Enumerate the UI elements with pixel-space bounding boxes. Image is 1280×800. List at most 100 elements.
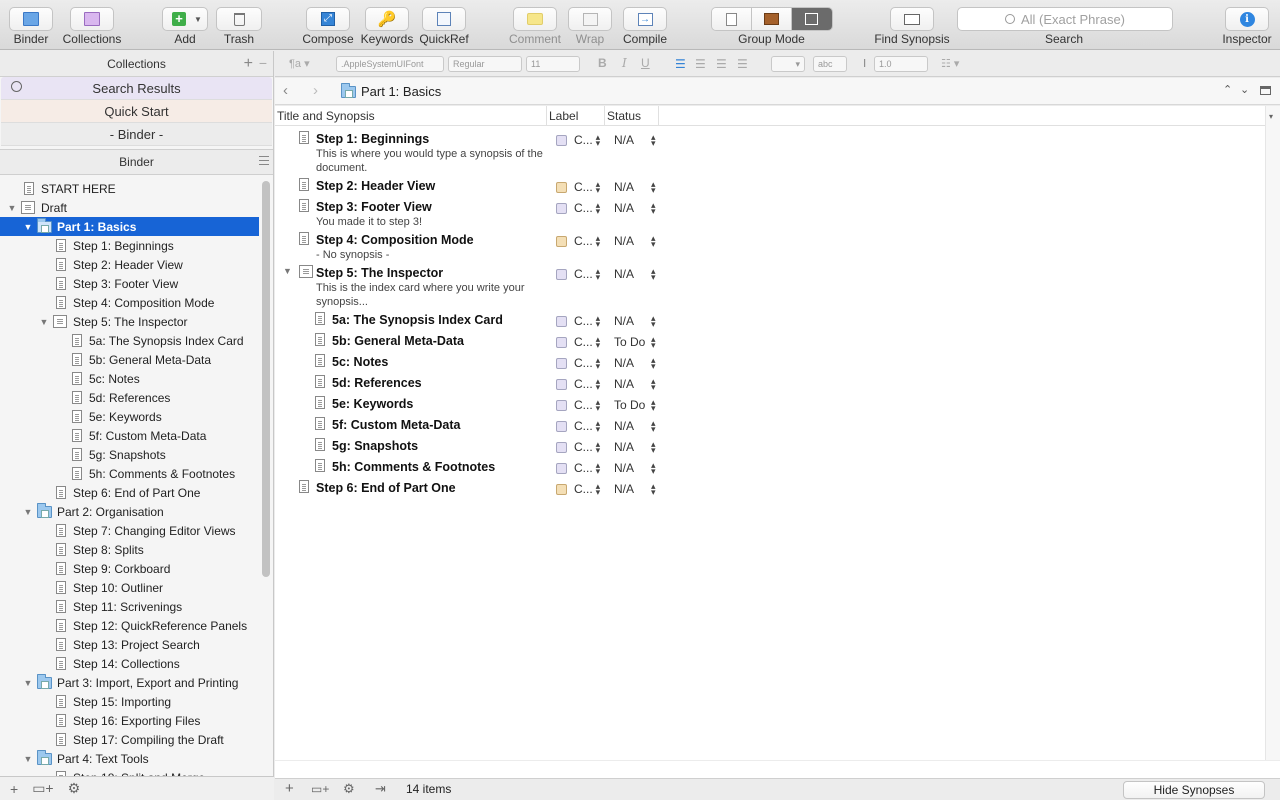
remove-collection-icon[interactable]: − xyxy=(259,55,267,71)
search-field[interactable]: All (Exact Phrase) xyxy=(957,7,1173,31)
row-title[interactable]: 5b: General Meta-Data xyxy=(332,334,464,348)
outliner-row[interactable]: Step 4: Composition Mode - No synopsis - C… xyxy=(275,231,1265,261)
compose-toolbar-item[interactable]: ⤢ Compose xyxy=(302,0,354,50)
status-select[interactable]: To Do ▴ ▾ xyxy=(614,335,656,350)
find-synopsis-toolbar-item[interactable]: Find Synopsis xyxy=(874,0,950,50)
trash-button[interactable] xyxy=(216,7,262,31)
sidebar-item-part-4[interactable]: ▼ Part 4: Text Tools xyxy=(0,749,259,768)
sidebar-item[interactable]: Step 7: Changing Editor Views xyxy=(0,521,259,540)
outliner-row[interactable]: 5c: Notes C... ▴ ▾ N/A ▴ ▾ xyxy=(275,353,1265,373)
row-title[interactable]: Step 2: Header View xyxy=(316,179,435,193)
row-title[interactable]: Step 5: The Inspector xyxy=(316,266,443,280)
text-color-select[interactable]: ▾ xyxy=(771,56,805,72)
label-select[interactable]: C... ▴ ▾ xyxy=(556,482,600,497)
label-select[interactable]: C... ▴ ▾ xyxy=(556,419,600,434)
outliner-row[interactable]: ▼ Step 5: The Inspector This is the index … xyxy=(275,264,1265,308)
column-header-label[interactable]: Label xyxy=(547,106,605,126)
sidebar-item[interactable]: Step 9: Corkboard xyxy=(0,559,259,578)
outliner-mode-button[interactable] xyxy=(791,8,832,30)
label-select[interactable]: C... ▴ ▾ xyxy=(556,267,600,282)
collection-quick-start[interactable]: Quick Start xyxy=(1,100,272,123)
row-title[interactable]: Step 1: Beginnings xyxy=(316,132,429,146)
binder-button[interactable] xyxy=(9,7,53,31)
comment-toolbar-item[interactable]: Comment xyxy=(508,0,562,50)
row-title[interactable]: 5e: Keywords xyxy=(332,397,413,411)
sidebar-item[interactable]: Step 15: Importing xyxy=(0,692,259,711)
split-view-icon[interactable] xyxy=(1260,86,1271,95)
sidebar-item[interactable]: 5g: Snapshots xyxy=(0,445,259,464)
label-select[interactable]: C... ▴ ▾ xyxy=(556,335,600,350)
binder-toolbar-item[interactable]: Binder xyxy=(6,0,56,50)
outliner-row[interactable]: Step 6: End of Part One C... ▴ ▾ N/A ▴ ▾ xyxy=(275,479,1265,499)
sidebar-item[interactable]: Step 10: Outliner xyxy=(0,578,259,597)
row-synopsis[interactable]: You made it to step 3! xyxy=(316,215,546,229)
collections-toolbar-item[interactable]: Collections xyxy=(61,0,123,50)
label-select[interactable]: C... ▴ ▾ xyxy=(556,314,600,329)
inspector-toolbar-item[interactable]: i Inspector xyxy=(1220,0,1274,50)
group-mode-toolbar-item[interactable]: Group Mode xyxy=(710,0,833,50)
sidebar-item[interactable]: 5a: The Synopsis Index Card xyxy=(0,331,259,350)
back-arrow-icon[interactable]: ‹ xyxy=(283,82,288,99)
outliner-row[interactable]: 5b: General Meta-Data C... ▴ ▾ To Do ▴ ▾ xyxy=(275,332,1265,352)
row-title[interactable]: 5a: The Synopsis Index Card xyxy=(332,313,503,327)
italic-button[interactable]: I xyxy=(622,56,627,70)
sidebar-item[interactable]: 5h: Comments & Footnotes xyxy=(0,464,259,483)
sidebar-item[interactable]: Step 17: Compiling the Draft xyxy=(0,730,259,749)
sidebar-item-part-3[interactable]: ▼ Part 3: Import, Export and Printing xyxy=(0,673,259,692)
wrap-button[interactable] xyxy=(568,7,612,31)
sidebar-item[interactable]: Step 11: Scrivenings xyxy=(0,597,259,616)
disclosure-triangle-icon[interactable]: ▼ xyxy=(23,222,33,232)
highlight-select[interactable]: abc xyxy=(813,56,847,72)
sidebar-item[interactable]: 5c: Notes xyxy=(0,369,259,388)
sidebar-item-start-here[interactable]: START HERE xyxy=(0,179,259,198)
bold-button[interactable]: B xyxy=(598,56,607,70)
sidebar-item[interactable]: 5d: References xyxy=(0,388,259,407)
add-icon[interactable]: + xyxy=(285,780,294,797)
outliner-row[interactable]: 5h: Comments & Footnotes C... ▴ ▾ N/A ▴ ▾ xyxy=(275,458,1265,478)
quickref-toolbar-item[interactable]: QuickRef xyxy=(419,0,469,50)
sidebar-item[interactable]: 5f: Custom Meta-Data xyxy=(0,426,259,445)
label-select[interactable]: C... ▴ ▾ xyxy=(556,398,600,413)
wrap-toolbar-item[interactable]: Wrap xyxy=(568,0,612,50)
label-select[interactable]: C... ▴ ▾ xyxy=(556,377,600,392)
forward-arrow-icon[interactable]: › xyxy=(313,82,318,99)
next-document-icon[interactable]: ⌄ xyxy=(1240,83,1249,96)
column-header-title[interactable]: Title and Synopsis xyxy=(275,106,547,126)
editor-title[interactable]: Part 1: Basics xyxy=(361,84,441,99)
row-title[interactable]: Step 4: Composition Mode xyxy=(316,233,474,247)
status-select[interactable]: To Do ▴ ▾ xyxy=(614,398,656,413)
sidebar-item[interactable]: ▼ Step 5: The Inspector xyxy=(0,312,259,331)
status-select[interactable]: N/A ▴ ▾ xyxy=(614,440,656,455)
outliner-row[interactable]: Step 1: Beginnings This is where you woul… xyxy=(275,130,1265,174)
keywords-button[interactable]: 🔑 xyxy=(365,7,409,31)
row-synopsis[interactable]: This is the index card where you write y… xyxy=(316,281,546,309)
font-family-select[interactable]: .AppleSystemUIFont xyxy=(336,56,444,72)
outliner-row[interactable]: Step 3: Footer View You made it to step 3… xyxy=(275,198,1265,228)
hide-synopses-button[interactable]: Hide Synopses xyxy=(1123,781,1265,799)
sidebar-item-part-2[interactable]: ▼ Part 2: Organisation xyxy=(0,502,259,521)
trash-toolbar-item[interactable]: Trash xyxy=(216,0,262,50)
group-mode-segmented-control[interactable] xyxy=(710,7,833,31)
label-select[interactable]: C... ▴ ▾ xyxy=(556,201,600,216)
previous-document-icon[interactable]: ⌃ xyxy=(1223,83,1232,96)
outliner-vertical-scrollbar[interactable]: ▾ xyxy=(1265,106,1280,760)
compile-toolbar-item[interactable]: → Compile xyxy=(622,0,668,50)
binder-menu-icon[interactable] xyxy=(259,156,269,168)
status-select[interactable]: N/A ▴ ▾ xyxy=(614,356,656,371)
disclosure-triangle-icon[interactable]: ▼ xyxy=(7,203,17,213)
align-left-icon[interactable]: ☰ xyxy=(675,57,686,71)
outliner-row[interactable]: 5f: Custom Meta-Data C... ▴ ▾ N/A ▴ ▾ xyxy=(275,416,1265,436)
row-title[interactable]: 5c: Notes xyxy=(332,355,388,369)
disclosure-triangle-icon[interactable]: ▼ xyxy=(23,678,33,688)
sidebar-item[interactable]: Step 4: Composition Mode xyxy=(0,293,259,312)
add-button[interactable]: + ▼ xyxy=(162,7,208,31)
add-icon[interactable]: + xyxy=(10,781,18,797)
list-icon[interactable]: ☷ ▾ xyxy=(941,57,959,70)
inspector-button[interactable]: i xyxy=(1225,7,1269,31)
sidebar-item[interactable]: Step 13: Project Search xyxy=(0,635,259,654)
collection-binder[interactable]: - Binder - xyxy=(1,123,272,146)
compose-button[interactable]: ⤢ xyxy=(306,7,350,31)
compile-button[interactable]: → xyxy=(623,7,667,31)
disclosure-triangle-icon[interactable]: ▼ xyxy=(283,266,292,276)
label-select[interactable]: C... ▴ ▾ xyxy=(556,133,600,148)
